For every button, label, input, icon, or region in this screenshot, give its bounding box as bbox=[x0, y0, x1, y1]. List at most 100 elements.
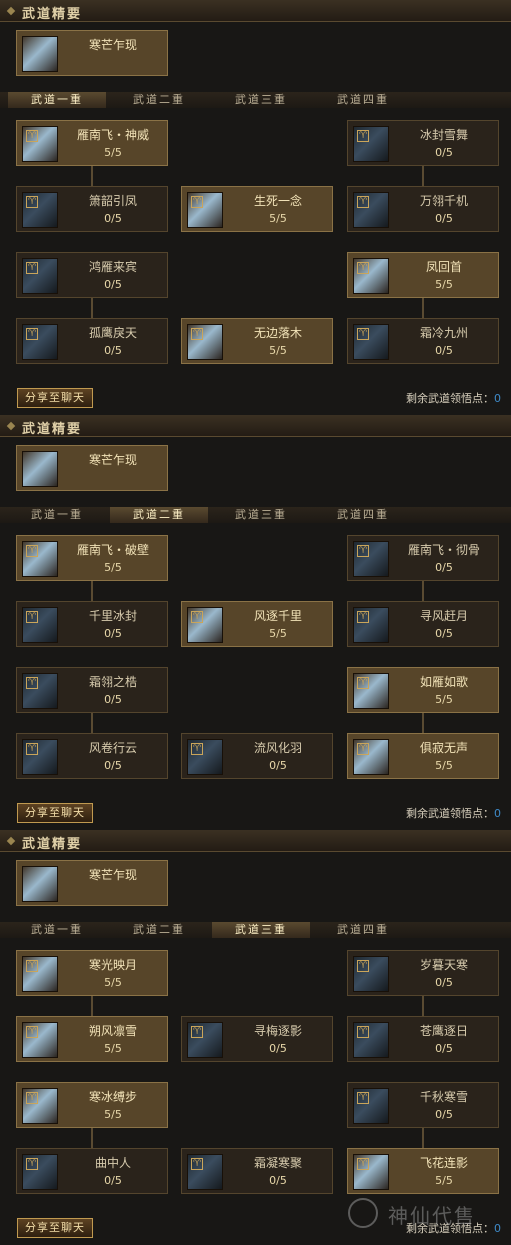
tab-tier-2[interactable]: 武道二重 bbox=[110, 507, 208, 523]
skill-card[interactable]: ♈ 风卷行云 0/5 bbox=[16, 733, 168, 779]
skill-icon: ♈ bbox=[22, 1088, 58, 1124]
skill-card[interactable]: ♈ 寒冰缚步 5/5 bbox=[16, 1082, 168, 1128]
skill-card[interactable]: ♈ 苍鹰逐日 0/5 bbox=[347, 1016, 499, 1062]
tab-tier-2[interactable]: 武道二重 bbox=[110, 922, 208, 938]
tree-connector bbox=[91, 166, 93, 186]
skill-name: 万翎千机 bbox=[419, 194, 468, 208]
skill-icon: ♈ bbox=[353, 126, 389, 162]
skill-card[interactable]: ♈ 无边落木 5/5 bbox=[181, 318, 333, 364]
rank-badge-icon: ♈ bbox=[26, 611, 38, 623]
skill-card[interactable]: ♈ 凤回首 5/5 bbox=[347, 252, 499, 298]
skill-card[interactable]: ♈ 飞花连影 5/5 bbox=[347, 1148, 499, 1194]
skill-icon: ♈ bbox=[22, 673, 58, 709]
rank-badge-icon: ♈ bbox=[357, 960, 369, 972]
skill-icon: ♈ bbox=[353, 607, 389, 643]
rank-badge-icon: ♈ bbox=[191, 611, 203, 623]
mascot-icon bbox=[348, 1198, 378, 1228]
skill-card[interactable]: ♈ 千秋寒雪 0/5 bbox=[347, 1082, 499, 1128]
essence-title: 武道精要 bbox=[22, 7, 83, 22]
skill-card[interactable]: ♈ 雁南飞・神威 5/5 bbox=[16, 120, 168, 166]
skill-card[interactable]: ♈ 雁南飞・彻骨 0/5 bbox=[347, 535, 499, 581]
skill-level: 0/5 bbox=[104, 278, 122, 291]
skill-level: 5/5 bbox=[104, 1108, 122, 1121]
tab-tier-1[interactable]: 武道一重 bbox=[8, 922, 106, 938]
skill-icon: ♈ bbox=[22, 1022, 58, 1058]
skill-name: 凤回首 bbox=[425, 260, 462, 274]
skill-name: 箫韶引凤 bbox=[88, 194, 137, 208]
skill-level: 5/5 bbox=[104, 1042, 122, 1055]
skill-card[interactable]: ♈ 孤鹰戾天 0/5 bbox=[16, 318, 168, 364]
skill-panel: 武道精要 寒芒乍现 武道一重 武道二重 武道三重 武道四重 ♈ 寒光映月 5/5 ♈ 岁暮天寒 0/5… bbox=[0, 830, 511, 1245]
skill-name: 寒芒乍现 bbox=[88, 453, 137, 467]
points-label: 剩余武道领悟点： bbox=[406, 392, 494, 405]
share-to-chat-button[interactable]: 分享至聊天 bbox=[17, 803, 93, 823]
tab-tier-3[interactable]: 武道三重 bbox=[212, 92, 310, 108]
skill-name: 寻梅逐影 bbox=[253, 1024, 302, 1038]
skill-icon: ♈ bbox=[187, 1022, 223, 1058]
tab-tier-4[interactable]: 武道四重 bbox=[314, 92, 412, 108]
tab-tier-4[interactable]: 武道四重 bbox=[314, 507, 412, 523]
skill-level: 0/5 bbox=[104, 1174, 122, 1187]
skill-card[interactable]: ♈ 冰封雪舞 0/5 bbox=[347, 120, 499, 166]
skill-name: 朔风凛雪 bbox=[88, 1024, 137, 1038]
skill-icon: ♈ bbox=[22, 607, 58, 643]
skill-level: 0/5 bbox=[435, 1108, 453, 1121]
skill-card[interactable]: ♈ 曲中人 0/5 bbox=[16, 1148, 168, 1194]
tab-tier-3[interactable]: 武道三重 bbox=[212, 507, 310, 523]
tab-tier-3[interactable]: 武道三重 bbox=[212, 922, 310, 938]
skill-card[interactable]: ♈ 俱寂无声 5/5 bbox=[347, 733, 499, 779]
skill-card[interactable]: ♈ 生死一念 5/5 bbox=[181, 186, 333, 232]
rank-badge-icon: ♈ bbox=[191, 1026, 203, 1038]
skill-name: 岁暮天寒 bbox=[419, 958, 468, 972]
rank-badge-icon: ♈ bbox=[26, 1092, 38, 1104]
skill-level: 0/5 bbox=[435, 344, 453, 357]
essence-skill-card[interactable]: 寒芒乍现 bbox=[16, 30, 168, 76]
skill-card[interactable]: ♈ 流风化羽 0/5 bbox=[181, 733, 333, 779]
skill-level: 5/5 bbox=[435, 278, 453, 291]
rank-badge-icon: ♈ bbox=[357, 611, 369, 623]
skill-card[interactable]: ♈ 如雁如歌 5/5 bbox=[347, 667, 499, 713]
tier-tabs: 武道一重 武道二重 武道三重 武道四重 bbox=[0, 507, 511, 523]
skill-level: 5/5 bbox=[104, 561, 122, 574]
skill-card[interactable]: ♈ 岁暮天寒 0/5 bbox=[347, 950, 499, 996]
tab-tier-4[interactable]: 武道四重 bbox=[314, 922, 412, 938]
skill-name: 鸿雁来宾 bbox=[88, 260, 137, 274]
tab-tier-1[interactable]: 武道一重 bbox=[8, 507, 106, 523]
skill-card[interactable]: ♈ 箫韶引凤 0/5 bbox=[16, 186, 168, 232]
skill-card[interactable]: ♈ 霜冷九州 0/5 bbox=[347, 318, 499, 364]
tab-tier-2[interactable]: 武道二重 bbox=[110, 92, 208, 108]
rank-badge-icon: ♈ bbox=[26, 960, 38, 972]
skill-card[interactable]: ♈ 霜翎之梏 0/5 bbox=[16, 667, 168, 713]
skill-card[interactable]: ♈ 寻风赶月 0/5 bbox=[347, 601, 499, 647]
skill-icon: ♈ bbox=[22, 324, 58, 360]
blade-skill-icon bbox=[22, 866, 58, 902]
skill-name: 寒芒乍现 bbox=[88, 38, 137, 52]
share-to-chat-button[interactable]: 分享至聊天 bbox=[17, 1218, 93, 1238]
skill-card[interactable]: ♈ 寒光映月 5/5 bbox=[16, 950, 168, 996]
rank-badge-icon: ♈ bbox=[26, 1158, 38, 1170]
tree-connector bbox=[91, 713, 93, 733]
rank-badge-icon: ♈ bbox=[26, 677, 38, 689]
skill-card[interactable]: ♈ 寻梅逐影 0/5 bbox=[181, 1016, 333, 1062]
rank-badge-icon: ♈ bbox=[26, 196, 38, 208]
skill-card[interactable]: ♈ 雁南飞・破壁 5/5 bbox=[16, 535, 168, 581]
skill-icon: ♈ bbox=[22, 1154, 58, 1190]
skill-level: 0/5 bbox=[435, 212, 453, 225]
essence-skill-card[interactable]: 寒芒乍现 bbox=[16, 445, 168, 491]
skill-card[interactable]: ♈ 鸿雁来宾 0/5 bbox=[16, 252, 168, 298]
skill-card[interactable]: ♈ 霜凝寒聚 0/5 bbox=[181, 1148, 333, 1194]
rank-badge-icon: ♈ bbox=[357, 1158, 369, 1170]
skill-card[interactable]: ♈ 风逐千里 5/5 bbox=[181, 601, 333, 647]
skill-name: 千秋寒雪 bbox=[419, 1090, 468, 1104]
skill-card[interactable]: ♈ 朔风凛雪 5/5 bbox=[16, 1016, 168, 1062]
essence-skill-card[interactable]: 寒芒乍现 bbox=[16, 860, 168, 906]
share-to-chat-button[interactable]: 分享至聊天 bbox=[17, 388, 93, 408]
tree-connector bbox=[422, 1128, 424, 1148]
skill-card[interactable]: ♈ 万翎千机 0/5 bbox=[347, 186, 499, 232]
tab-tier-1[interactable]: 武道一重 bbox=[8, 92, 106, 108]
rank-badge-icon: ♈ bbox=[357, 1026, 369, 1038]
skill-level: 0/5 bbox=[104, 344, 122, 357]
skill-icon: ♈ bbox=[187, 607, 223, 643]
essence-header: 武道精要 bbox=[0, 415, 511, 437]
skill-card[interactable]: ♈ 千里冰封 0/5 bbox=[16, 601, 168, 647]
